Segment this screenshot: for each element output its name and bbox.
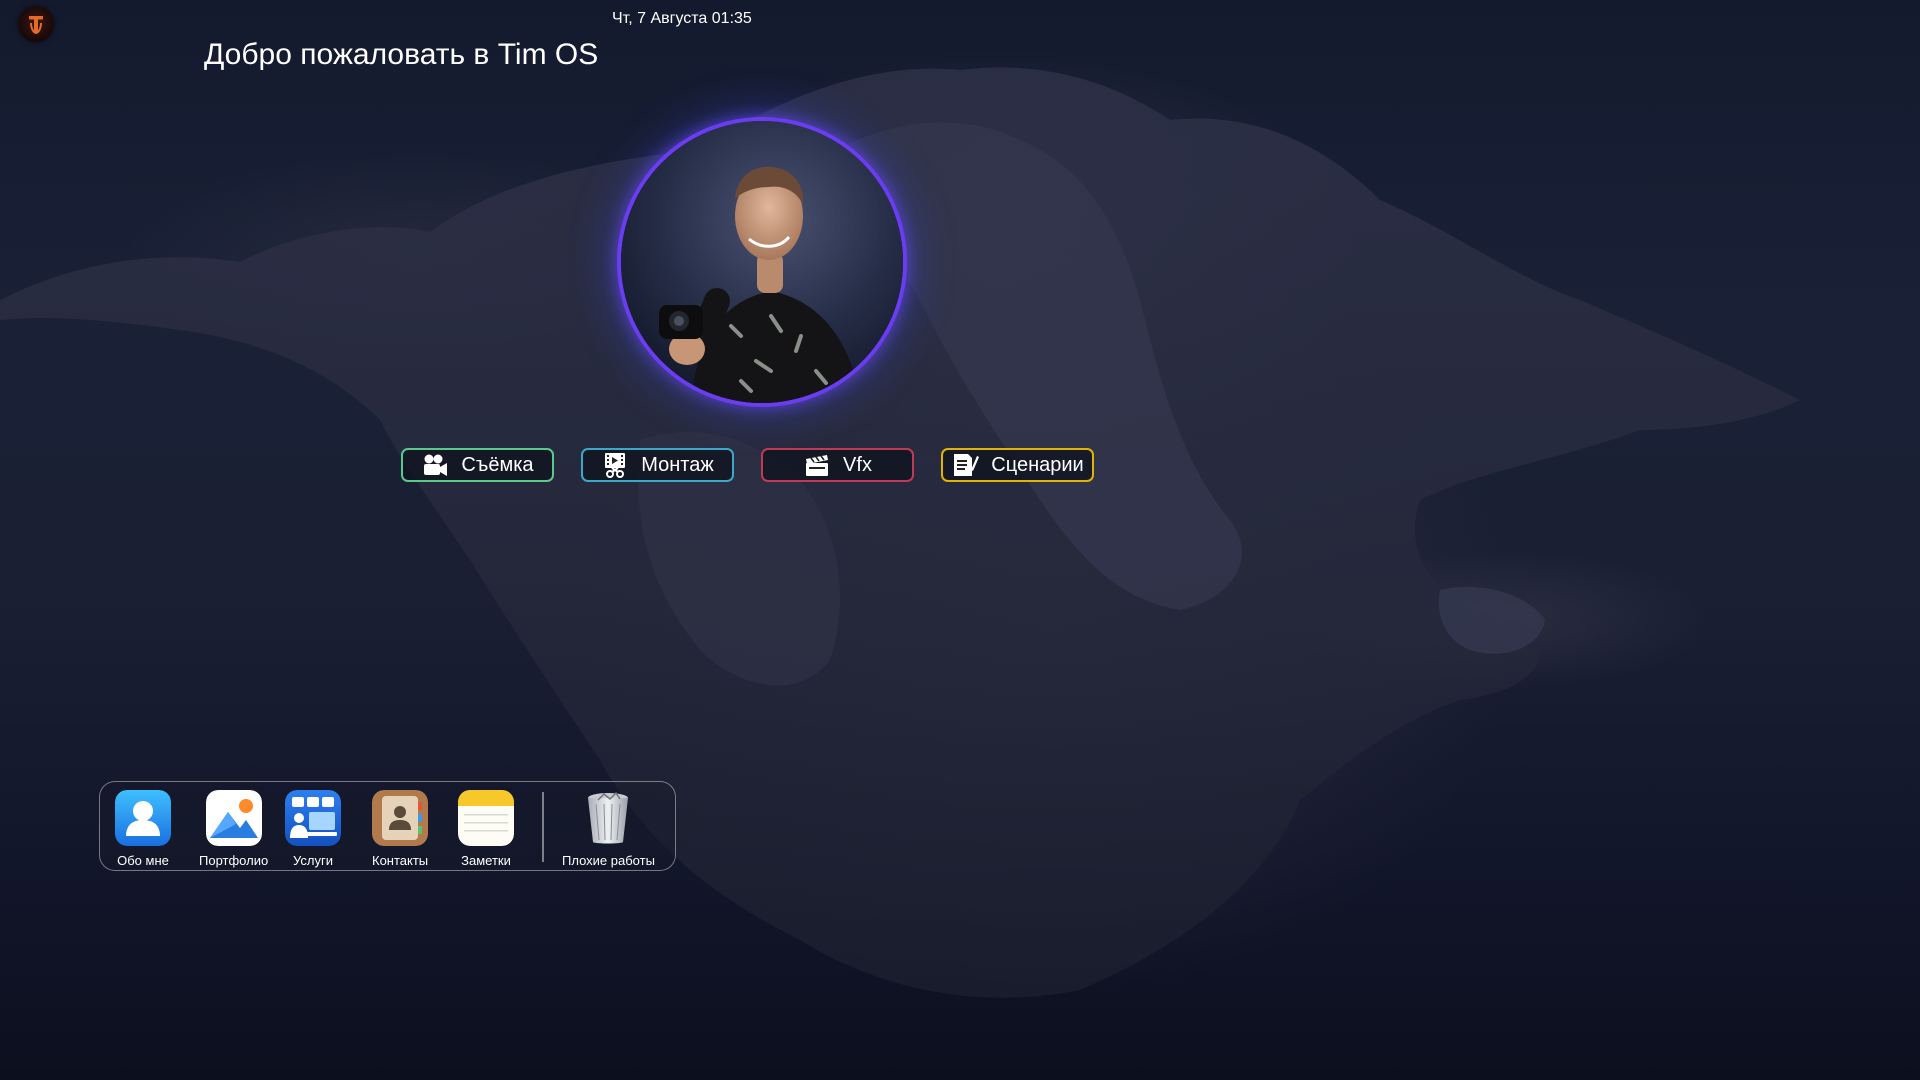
- video-camera-icon: [424, 454, 448, 476]
- dock-app-about-label: Обо мне: [117, 853, 169, 868]
- dock-app-contacts[interactable]: Контакты: [372, 790, 428, 868]
- dock-app-notes-label: Заметки: [461, 853, 511, 868]
- script-pen-icon: [954, 454, 980, 476]
- user-icon: [115, 790, 171, 846]
- wallpaper-island: [0, 67, 1800, 998]
- category-vfx-label: Vfx: [843, 453, 872, 476]
- dock-separator: [542, 792, 544, 862]
- welcome-title: Добро пожаловать в Tim OS: [204, 38, 599, 71]
- category-shooting-label: Съёмка: [461, 453, 534, 476]
- profile-avatar[interactable]: [621, 121, 903, 403]
- dock-app-portfolio-label: Портфолио: [199, 853, 269, 868]
- category-editing-button[interactable]: Монтаж: [581, 448, 734, 482]
- trash-icon: [580, 790, 636, 846]
- dock-trash-label: Плохие работы: [562, 853, 655, 868]
- dock-app-services-label: Услуги: [293, 853, 333, 868]
- dock-trash-bad-works[interactable]: Плохие работы: [562, 790, 655, 868]
- clapperboard-icon: [806, 455, 829, 476]
- notes-icon: [458, 790, 514, 846]
- dock-app-notes[interactable]: Заметки: [458, 790, 514, 868]
- category-editing-label: Монтаж: [641, 453, 714, 476]
- dock-app-portfolio[interactable]: Портфолио: [199, 790, 268, 868]
- services-icon: [285, 790, 341, 846]
- dock-app-about[interactable]: Обо мне: [115, 790, 171, 868]
- category-shooting-button[interactable]: Съёмка: [401, 448, 554, 482]
- dock-app-services[interactable]: Услуги: [285, 790, 341, 868]
- film-edit-icon: [605, 453, 626, 478]
- photos-icon: [205, 790, 262, 846]
- category-scripts-button[interactable]: Сценарии: [941, 448, 1094, 482]
- category-vfx-button[interactable]: Vfx: [761, 448, 914, 482]
- category-scripts-label: Сценарии: [991, 453, 1084, 476]
- contacts-icon: [372, 790, 429, 846]
- dock: Обо мне Портфолио Услуги Контакты Заметк…: [99, 781, 676, 871]
- clock-datetime: Чт, 7 Августа 01:35: [612, 10, 752, 27]
- tim-os-logo-icon[interactable]: [18, 6, 54, 42]
- dock-app-contacts-label: Контакты: [372, 853, 429, 868]
